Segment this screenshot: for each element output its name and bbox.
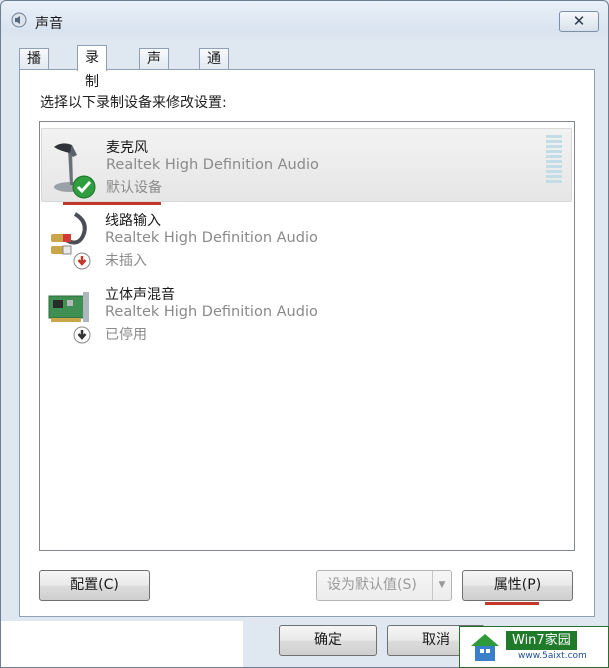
default-check-icon — [72, 175, 96, 199]
device-status: 默认设备 — [106, 180, 162, 196]
set-default-button[interactable]: 设为默认值(S) ▼ — [316, 570, 452, 601]
device-status: 未插入 — [105, 253, 147, 269]
properties-button[interactable]: 属性(P) — [462, 570, 573, 601]
ok-button[interactable]: 确定 — [279, 625, 377, 656]
device-status: 已停用 — [105, 327, 147, 343]
speaker-icon — [11, 12, 27, 28]
window-title: 声音 — [35, 16, 63, 32]
watermark-logo: Win7家园 www.5aixt.com — [459, 626, 609, 668]
instruction-text: 选择以下录制设备来修改设置: — [40, 95, 227, 111]
sound-dialog: 声音 ✕ 播放 录制 声音 通信 选择以下录制设备来修改设置: — [0, 0, 609, 668]
device-driver: Realtek High Definition Audio — [105, 304, 318, 320]
device-item-line-in[interactable]: 线路输入 Realtek High Definition Audio 未插入 — [41, 202, 570, 274]
tab-playback[interactable]: 播放 — [19, 48, 49, 88]
watermark-url: www.5aixt.com — [518, 651, 587, 661]
device-name: 麦克风 — [106, 140, 148, 156]
close-icon: ✕ — [572, 12, 586, 30]
level-meter — [546, 135, 564, 185]
device-name: 线路输入 — [105, 213, 161, 229]
bottom-left-area — [1, 621, 243, 667]
set-default-label: 设为默认值(S) — [327, 577, 417, 593]
disabled-icon — [73, 326, 91, 344]
tab-sounds[interactable]: 声音 — [139, 48, 169, 88]
unplugged-icon — [73, 252, 91, 270]
device-list: 麦克风 Realtek High Definition Audio 默认设备 线… — [39, 121, 575, 551]
tab-recording[interactable]: 录制 — [77, 45, 107, 90]
device-item-microphone[interactable]: 麦克风 Realtek High Definition Audio 默认设备 — [41, 128, 572, 202]
device-name: 立体声混音 — [105, 287, 175, 303]
device-item-stereo-mix[interactable]: 立体声混音 Realtek High Definition Audio 已停用 — [41, 276, 570, 348]
close-button[interactable]: ✕ — [559, 11, 599, 32]
device-driver: Realtek High Definition Audio — [105, 230, 318, 246]
house-logo-icon — [471, 634, 499, 661]
title-bar: 声音 ✕ — [1, 1, 608, 41]
watermark-brand: Win7家园 — [506, 631, 577, 650]
tab-communications[interactable]: 通信 — [199, 48, 229, 88]
properties-highlight-underline — [485, 602, 539, 605]
configure-button[interactable]: 配置(C) — [39, 570, 150, 601]
recording-panel: 选择以下录制设备来修改设置: 麦克风 Realtek High Definiti… — [19, 69, 595, 617]
chevron-down-icon[interactable]: ▼ — [432, 571, 451, 600]
device-driver: Realtek High Definition Audio — [106, 157, 319, 173]
